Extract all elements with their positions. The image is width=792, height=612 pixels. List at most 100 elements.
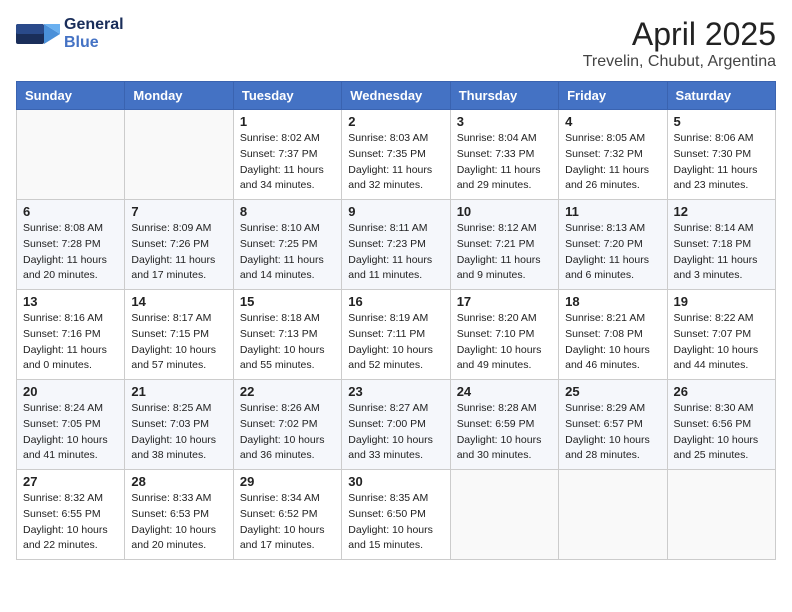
day-info: Sunrise: 8:02 AMSunset: 7:37 PMDaylight:… bbox=[240, 131, 335, 194]
table-row: 19Sunrise: 8:22 AMSunset: 7:07 PMDayligh… bbox=[667, 290, 775, 380]
day-number: 18 bbox=[565, 294, 660, 309]
day-number: 13 bbox=[23, 294, 118, 309]
day-info: Sunrise: 8:28 AMSunset: 6:59 PMDaylight:… bbox=[457, 401, 552, 464]
page-header: General Blue April 2025 Trevelin, Chubut… bbox=[16, 16, 776, 71]
day-number: 9 bbox=[348, 204, 443, 219]
table-row: 21 Sunrise: 8:25 AMSunset: 7:03 PMDayligh… bbox=[125, 380, 233, 470]
day-number: 21 bbox=[131, 384, 226, 399]
header-tuesday: Tuesday bbox=[233, 82, 341, 110]
day-info: Sunrise: 8:16 AMSunset: 7:16 PMDaylight:… bbox=[23, 311, 118, 374]
calendar-header-row: Sunday Monday Tuesday Wednesday Thursday… bbox=[17, 82, 776, 110]
table-row: 13 Sunrise: 8:16 AMSunset: 7:16 PMDayligh… bbox=[17, 290, 125, 380]
day-number: 26 bbox=[674, 384, 769, 399]
table-row: 18 Sunrise: 8:21 AMSunset: 7:08 PMDayligh… bbox=[559, 290, 667, 380]
day-info: Sunrise: 8:12 AMSunset: 7:21 PMDaylight:… bbox=[457, 221, 552, 284]
table-row: 25 Sunrise: 8:29 AMSunset: 6:57 PMDayligh… bbox=[559, 380, 667, 470]
table-row: 9 Sunrise: 8:11 AMSunset: 7:23 PMDaylight… bbox=[342, 200, 450, 290]
table-row: 28Sunrise: 8:33 AMSunset: 6:53 PMDayligh… bbox=[125, 470, 233, 560]
header-friday: Friday bbox=[559, 82, 667, 110]
day-number: 11 bbox=[565, 204, 660, 219]
day-number: 12 bbox=[674, 204, 769, 219]
day-number: 20 bbox=[23, 384, 118, 399]
day-number: 8 bbox=[240, 204, 335, 219]
table-row: 1 Sunrise: 8:02 AMSunset: 7:37 PMDaylight… bbox=[233, 110, 341, 200]
day-info: Sunrise: 8:25 AMSunset: 7:03 PMDaylight:… bbox=[131, 401, 226, 464]
header-wednesday: Wednesday bbox=[342, 82, 450, 110]
day-number: 1 bbox=[240, 114, 335, 129]
week-row-4: 20 Sunrise: 8:24 AMSunset: 7:05 PMDayligh… bbox=[17, 380, 776, 470]
day-number: 16 bbox=[348, 294, 443, 309]
day-number: 23 bbox=[348, 384, 443, 399]
table-row: 20 Sunrise: 8:24 AMSunset: 7:05 PMDayligh… bbox=[17, 380, 125, 470]
day-info: Sunrise: 8:21 AMSunset: 7:08 PMDaylight:… bbox=[565, 311, 660, 374]
day-number: 5 bbox=[674, 114, 769, 129]
day-number: 7 bbox=[131, 204, 226, 219]
day-number: 27 bbox=[23, 474, 118, 489]
table-row: 23 Sunrise: 8:27 AMSunset: 7:00 PMDayligh… bbox=[342, 380, 450, 470]
calendar-subtitle: Trevelin, Chubut, Argentina bbox=[583, 53, 776, 71]
table-row: 17 Sunrise: 8:20 AMSunset: 7:10 PMDayligh… bbox=[450, 290, 558, 380]
day-info: Sunrise: 8:19 AMSunset: 7:11 PMDaylight:… bbox=[348, 311, 443, 374]
day-info: Sunrise: 8:29 AMSunset: 6:57 PMDaylight:… bbox=[565, 401, 660, 464]
table-row: 22 Sunrise: 8:26 AMSunset: 7:02 PMDayligh… bbox=[233, 380, 341, 470]
header-monday: Monday bbox=[125, 82, 233, 110]
day-number: 17 bbox=[457, 294, 552, 309]
day-info: Sunrise: 8:03 AMSunset: 7:35 PMDaylight:… bbox=[348, 131, 443, 194]
day-number: 30 bbox=[348, 474, 443, 489]
table-row: 15 Sunrise: 8:18 AMSunset: 7:13 PMDayligh… bbox=[233, 290, 341, 380]
day-number: 24 bbox=[457, 384, 552, 399]
logo-general: General bbox=[64, 16, 124, 34]
table-row: 12 Sunrise: 8:14 AMSunset: 7:18 PMDayligh… bbox=[667, 200, 775, 290]
day-number: 15 bbox=[240, 294, 335, 309]
day-info: Sunrise: 8:30 AMSunset: 6:56 PMDaylight:… bbox=[674, 401, 769, 464]
calendar-title: April 2025 bbox=[583, 16, 776, 53]
table-row: 27 Sunrise: 8:32 AMSunset: 6:55 PMDayligh… bbox=[17, 470, 125, 560]
day-number: 28 bbox=[131, 474, 226, 489]
day-info: Sunrise: 8:22 AMSunset: 7:07 PMDaylight:… bbox=[674, 311, 769, 374]
table-row: 10 Sunrise: 8:12 AMSunset: 7:21 PMDayligh… bbox=[450, 200, 558, 290]
week-row-2: 6 Sunrise: 8:08 AMSunset: 7:28 PMDaylight… bbox=[17, 200, 776, 290]
day-info: Sunrise: 8:08 AMSunset: 7:28 PMDaylight:… bbox=[23, 221, 118, 284]
day-info: Sunrise: 8:34 AMSunset: 6:52 PMDaylight:… bbox=[240, 491, 335, 554]
header-saturday: Saturday bbox=[667, 82, 775, 110]
day-info: Sunrise: 8:09 AMSunset: 7:26 PMDaylight:… bbox=[131, 221, 226, 284]
day-info: Sunrise: 8:04 AMSunset: 7:33 PMDaylight:… bbox=[457, 131, 552, 194]
day-number: 29 bbox=[240, 474, 335, 489]
day-number: 2 bbox=[348, 114, 443, 129]
table-row bbox=[17, 110, 125, 200]
day-info: Sunrise: 8:14 AMSunset: 7:18 PMDaylight:… bbox=[674, 221, 769, 284]
day-info: Sunrise: 8:18 AMSunset: 7:13 PMDaylight:… bbox=[240, 311, 335, 374]
day-info: Sunrise: 8:26 AMSunset: 7:02 PMDaylight:… bbox=[240, 401, 335, 464]
day-info: Sunrise: 8:13 AMSunset: 7:20 PMDaylight:… bbox=[565, 221, 660, 284]
table-row: 24 Sunrise: 8:28 AMSunset: 6:59 PMDayligh… bbox=[450, 380, 558, 470]
day-info: Sunrise: 8:11 AMSunset: 7:23 PMDaylight:… bbox=[348, 221, 443, 284]
calendar-title-area: April 2025 Trevelin, Chubut, Argentina bbox=[583, 16, 776, 71]
table-row: 2 Sunrise: 8:03 AMSunset: 7:35 PMDaylight… bbox=[342, 110, 450, 200]
table-row: 29 Sunrise: 8:34 AMSunset: 6:52 PMDayligh… bbox=[233, 470, 341, 560]
table-row: 3 Sunrise: 8:04 AMSunset: 7:33 PMDaylight… bbox=[450, 110, 558, 200]
table-row: 26 Sunrise: 8:30 AMSunset: 6:56 PMDayligh… bbox=[667, 380, 775, 470]
week-row-1: 1 Sunrise: 8:02 AMSunset: 7:37 PMDaylight… bbox=[17, 110, 776, 200]
table-row: 8 Sunrise: 8:10 AMSunset: 7:25 PMDaylight… bbox=[233, 200, 341, 290]
table-row bbox=[559, 470, 667, 560]
day-number: 10 bbox=[457, 204, 552, 219]
header-sunday: Sunday bbox=[17, 82, 125, 110]
table-row: 14Sunrise: 8:17 AMSunset: 7:15 PMDayligh… bbox=[125, 290, 233, 380]
day-info: Sunrise: 8:20 AMSunset: 7:10 PMDaylight:… bbox=[457, 311, 552, 374]
logo-blue: Blue bbox=[64, 34, 124, 52]
day-number: 3 bbox=[457, 114, 552, 129]
day-number: 25 bbox=[565, 384, 660, 399]
table-row bbox=[450, 470, 558, 560]
table-row: 6 Sunrise: 8:08 AMSunset: 7:28 PMDaylight… bbox=[17, 200, 125, 290]
calendar-table: Sunday Monday Tuesday Wednesday Thursday… bbox=[16, 81, 776, 560]
day-info: Sunrise: 8:10 AMSunset: 7:25 PMDaylight:… bbox=[240, 221, 335, 284]
day-info: Sunrise: 8:32 AMSunset: 6:55 PMDaylight:… bbox=[23, 491, 118, 554]
day-number: 22 bbox=[240, 384, 335, 399]
day-number: 4 bbox=[565, 114, 660, 129]
header-thursday: Thursday bbox=[450, 82, 558, 110]
day-info: Sunrise: 8:24 AMSunset: 7:05 PMDaylight:… bbox=[23, 401, 118, 464]
logo: General Blue bbox=[16, 16, 124, 52]
day-number: 6 bbox=[23, 204, 118, 219]
week-row-3: 13 Sunrise: 8:16 AMSunset: 7:16 PMDayligh… bbox=[17, 290, 776, 380]
day-info: Sunrise: 8:27 AMSunset: 7:00 PMDaylight:… bbox=[348, 401, 443, 464]
